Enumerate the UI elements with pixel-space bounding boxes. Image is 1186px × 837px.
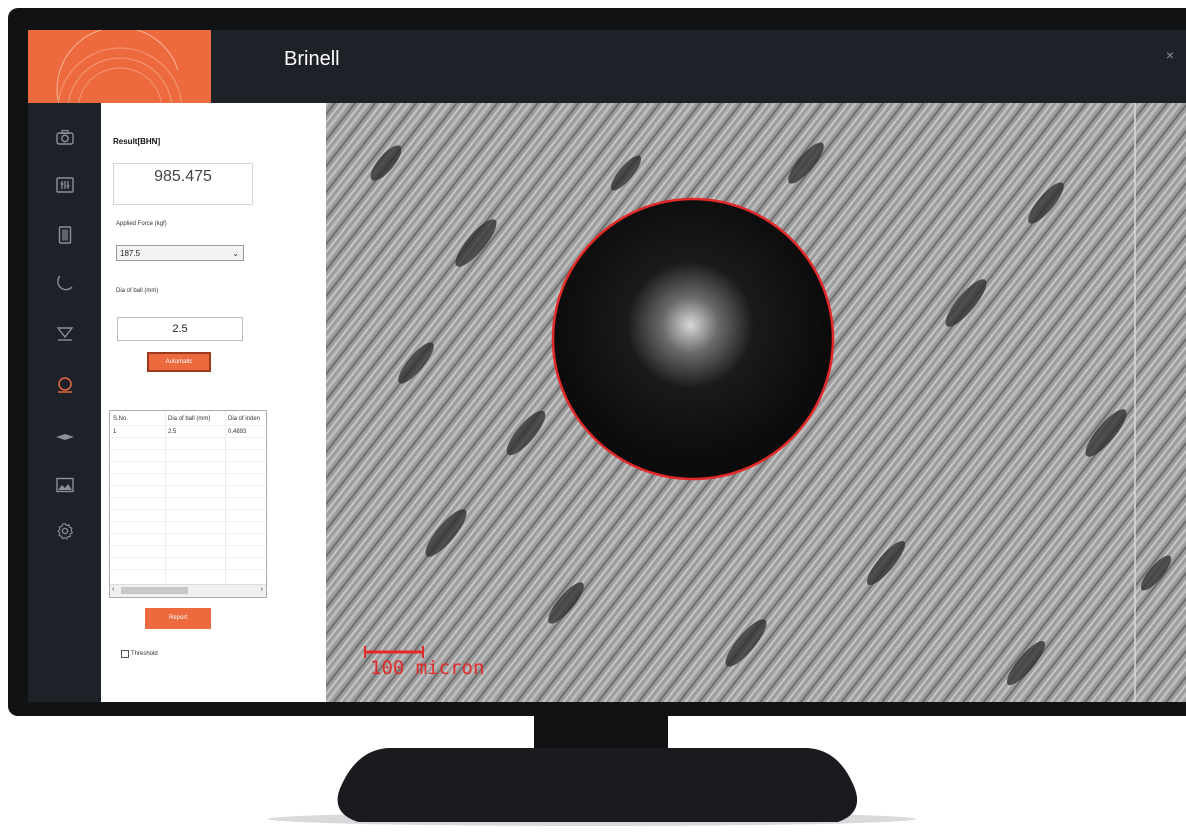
column-header: Dia of ball (mm) bbox=[168, 416, 211, 422]
table-divider bbox=[110, 449, 266, 450]
scroll-right-icon[interactable]: › bbox=[261, 586, 263, 593]
close-button[interactable]: × bbox=[1166, 47, 1174, 63]
result-label: Result[BHN] bbox=[113, 137, 161, 146]
table-divider bbox=[110, 533, 266, 534]
applied-force-select[interactable]: 187.5 ⌄ bbox=[116, 245, 244, 261]
image-icon[interactable] bbox=[52, 472, 78, 498]
table-divider bbox=[110, 473, 266, 474]
table-divider bbox=[110, 497, 266, 498]
table-divider bbox=[110, 509, 266, 510]
threshold-label: Threshold bbox=[131, 651, 158, 657]
table-divider bbox=[110, 569, 266, 570]
chevron-down-icon: ⌄ bbox=[232, 249, 239, 258]
table-divider bbox=[110, 425, 266, 426]
automatic-button[interactable]: Automatic bbox=[147, 352, 211, 372]
table-divider bbox=[110, 521, 266, 522]
table-divider bbox=[110, 461, 266, 462]
monitor-base bbox=[337, 748, 858, 822]
report-button[interactable]: Report bbox=[145, 608, 211, 629]
title-bar: Brinell × bbox=[28, 30, 1186, 103]
result-value: 985.475 bbox=[113, 163, 253, 205]
column-header: S.No. bbox=[113, 416, 129, 422]
checkbox-box[interactable] bbox=[121, 650, 129, 658]
app-title: Brinell bbox=[284, 48, 340, 70]
table-cell: 1 bbox=[113, 429, 117, 435]
results-table: S.No. Dia of ball (mm) Dia of inden 1 2.… bbox=[109, 410, 267, 598]
app-logo bbox=[28, 30, 211, 103]
camera-icon[interactable] bbox=[52, 124, 78, 150]
microscope-image[interactable]: 100 micron bbox=[326, 103, 1186, 702]
adjustments-icon[interactable] bbox=[52, 172, 78, 198]
vickers-icon[interactable] bbox=[52, 320, 78, 346]
control-panel: Result[BHN] 985.475 Applied Force (kgf) … bbox=[101, 103, 326, 702]
table-cell: 2.5 bbox=[168, 429, 177, 435]
table-divider bbox=[110, 545, 266, 546]
moon-icon[interactable] bbox=[52, 270, 78, 296]
knoop-icon[interactable] bbox=[52, 424, 78, 450]
scrollbar-thumb[interactable] bbox=[121, 587, 188, 594]
table-cell: 0.4893 bbox=[228, 429, 247, 435]
ball-diameter-label: Dia of ball (mm) bbox=[116, 288, 159, 294]
table-divider bbox=[110, 557, 266, 558]
threshold-checkbox[interactable]: Threshold bbox=[121, 650, 158, 658]
sidebar bbox=[28, 103, 101, 702]
table-divider bbox=[110, 437, 266, 438]
document-icon[interactable] bbox=[52, 222, 78, 248]
brinell-icon[interactable] bbox=[52, 372, 78, 398]
scale-bar-label: 100 micron bbox=[370, 657, 485, 679]
applied-force-value: 187.5 bbox=[120, 249, 141, 258]
app-window: Brinell × Result[BHN] 985.475 Applied Fo… bbox=[28, 30, 1186, 702]
horizontal-scrollbar[interactable]: ‹ › bbox=[110, 584, 266, 597]
applied-force-label: Applied Force (kgf) bbox=[116, 221, 167, 227]
table-divider bbox=[110, 485, 266, 486]
scroll-left-icon[interactable]: ‹ bbox=[112, 586, 114, 593]
ball-diameter-input[interactable]: 2.5 bbox=[117, 317, 243, 341]
settings-icon[interactable] bbox=[52, 518, 78, 544]
monitor-frame: Brinell × Result[BHN] 985.475 Applied Fo… bbox=[8, 8, 1186, 716]
column-header: Dia of inden bbox=[228, 416, 261, 422]
